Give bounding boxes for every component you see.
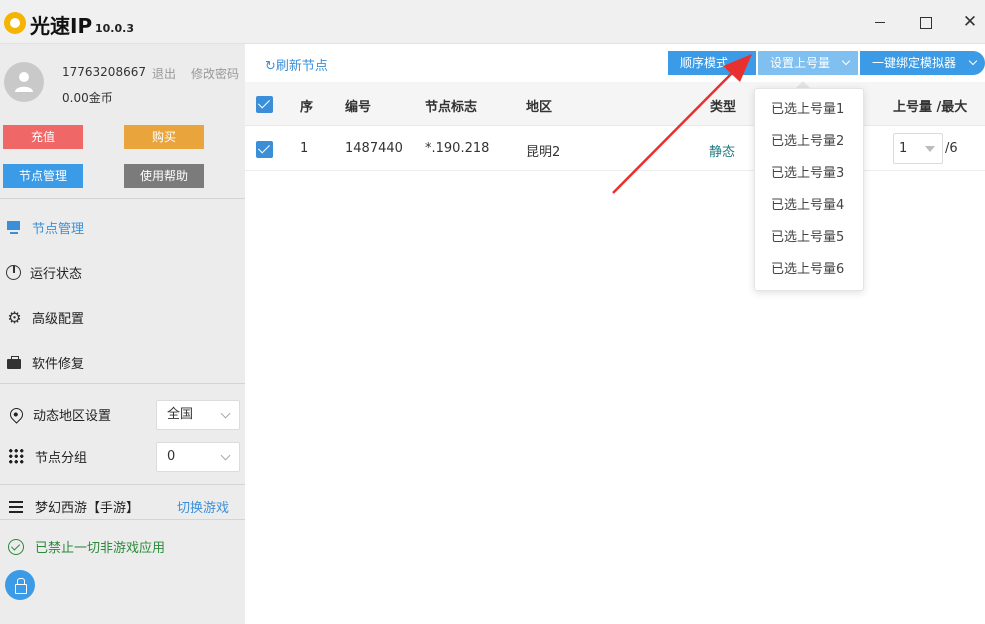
minimize-button[interactable]	[868, 10, 892, 34]
node-manage-button[interactable]: 节点管理	[3, 164, 83, 188]
table-header: 序 编号 节点标志 地区 类型 上号量 /最大	[245, 82, 985, 126]
dropdown-item-5[interactable]: 已选上号量5	[755, 222, 863, 254]
user-phone: 17763208667	[62, 65, 146, 79]
maximize-button[interactable]	[913, 10, 937, 34]
title-bar: 光速IP 10.0.3 ✕	[0, 0, 985, 44]
select-all-checkbox[interactable]	[256, 96, 273, 113]
nav-item-advanced-config[interactable]: ⚙ 高级配置	[6, 306, 84, 328]
refresh-icon: ↻	[265, 59, 276, 74]
header-quantity: 上号量 /最大	[893, 100, 968, 115]
table-row[interactable]: 1 1487440 *.190.218 昆明2 静态 1 /6	[245, 127, 985, 171]
nav-item-node-manage[interactable]: 节点管理	[6, 216, 84, 238]
set-quantity-button[interactable]: 设置上号量	[758, 51, 858, 75]
coin-balance: 0.00金币	[62, 91, 113, 105]
change-password-link[interactable]: 修改密码	[191, 65, 239, 82]
avatar	[4, 62, 44, 102]
dropdown-item-1[interactable]: 已选上号量1	[755, 94, 863, 126]
dropdown-item-2[interactable]: 已选上号量2	[755, 126, 863, 158]
cell-type: 静态	[709, 145, 736, 160]
cell-number: 1487440	[345, 141, 403, 156]
app-name: 光速IP	[30, 14, 93, 38]
nav-label: 运行状态	[30, 266, 83, 282]
app-logo-icon	[4, 12, 26, 34]
cell-region: 昆明2	[526, 145, 561, 160]
triangle-down-icon	[925, 146, 935, 152]
quantity-select[interactable]: 1	[893, 133, 943, 164]
monitor-icon	[6, 219, 23, 236]
chevron-down-icon	[220, 408, 231, 419]
set-quantity-dropdown: 已选上号量1 已选上号量2 已选上号量3 已选上号量4 已选上号量5 已选上号量…	[754, 88, 864, 291]
blocked-status: 已禁止一切非游戏应用	[8, 537, 165, 556]
current-game: 梦幻西游【手游】	[8, 497, 139, 516]
sidebar: 17763208667 退出 修改密码 0.00金币 充值 购买 节点管理 使用…	[0, 44, 245, 624]
divider	[0, 484, 245, 485]
close-button[interactable]: ✕	[958, 10, 982, 34]
chevron-down-icon	[968, 56, 978, 66]
chevron-down-icon	[220, 450, 231, 461]
main-panel: ↻刷新节点 顺序模式 设置上号量 一键绑定模拟器 序 编号 节点标志 地区 类型…	[245, 44, 985, 624]
nav-item-run-status[interactable]: 运行状态	[6, 261, 82, 283]
dynamic-region-label: 动态地区设置	[7, 405, 111, 424]
node-group-select[interactable]: 0	[156, 442, 240, 472]
location-pin-icon	[7, 405, 26, 424]
user-icon	[15, 72, 33, 92]
bind-emulator-button[interactable]: 一键绑定模拟器	[860, 51, 985, 75]
dropdown-item-6[interactable]: 已选上号量6	[755, 254, 863, 286]
buy-button[interactable]: 购买	[124, 125, 204, 149]
lock-button[interactable]	[5, 570, 35, 600]
logout-link[interactable]: 退出	[152, 65, 176, 82]
switch-game-link[interactable]: 切换游戏	[177, 497, 229, 516]
cell-node-flag: *.190.218	[425, 141, 490, 156]
recharge-button[interactable]: 充值	[3, 125, 83, 149]
nav-label: 软件修复	[32, 356, 85, 372]
cell-index: 1	[300, 141, 309, 156]
row-checkbox[interactable]	[256, 141, 273, 158]
header-type: 类型	[710, 100, 737, 115]
dynamic-region-select[interactable]: 全国	[156, 400, 240, 430]
header-index: 序	[300, 100, 314, 115]
gear-icon: ⚙	[7, 307, 22, 327]
chevron-down-icon	[739, 56, 749, 66]
nav-label: 节点管理	[32, 221, 85, 237]
grid-icon	[8, 448, 25, 465]
chevron-down-icon	[841, 56, 851, 66]
header-region: 地区	[526, 100, 553, 115]
divider	[0, 519, 245, 520]
list-icon	[8, 498, 25, 515]
refresh-nodes-button[interactable]: ↻刷新节点	[265, 55, 328, 74]
header-node-flag: 节点标志	[425, 100, 478, 115]
dropdown-item-4[interactable]: 已选上号量4	[755, 190, 863, 222]
divider	[0, 198, 245, 199]
node-group-label: 节点分组	[8, 447, 87, 466]
header-number: 编号	[345, 100, 372, 115]
order-mode-button[interactable]: 顺序模式	[668, 51, 756, 75]
app-version: 10.0.3	[95, 22, 134, 35]
cell-max: /6	[945, 141, 958, 156]
help-button[interactable]: 使用帮助	[124, 164, 204, 188]
nav-item-software-repair[interactable]: 软件修复	[6, 351, 84, 373]
dropdown-caret	[796, 81, 810, 88]
dropdown-item-3[interactable]: 已选上号量3	[755, 158, 863, 190]
check-circle-icon	[8, 538, 24, 555]
pie-chart-icon	[6, 264, 21, 280]
divider	[0, 383, 245, 384]
nav-label: 高级配置	[32, 311, 85, 327]
briefcase-icon	[6, 354, 23, 371]
